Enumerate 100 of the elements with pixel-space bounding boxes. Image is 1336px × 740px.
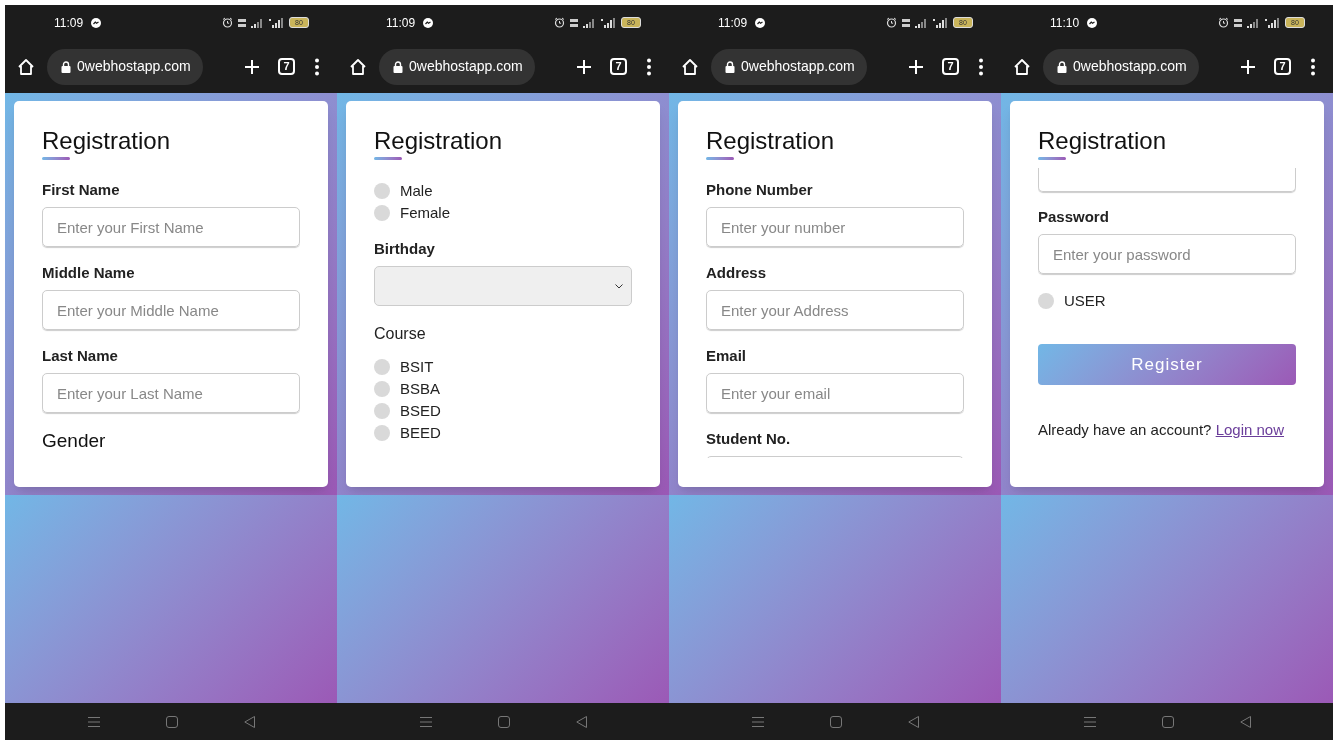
text-input[interactable]: Enter your number — [706, 207, 964, 247]
signal-icon — [583, 17, 595, 28]
form-title: Registration — [42, 126, 172, 156]
signal-4g-icon — [1265, 17, 1279, 28]
home-icon[interactable] — [349, 57, 367, 76]
field-label: Password — [1038, 207, 1110, 227]
alarm-icon — [886, 17, 897, 28]
group-label: Course — [374, 324, 427, 344]
signal-4g-icon — [601, 17, 615, 28]
messenger-icon — [423, 17, 434, 28]
text-input[interactable]: Enter your First Name — [42, 207, 300, 247]
signal-icon — [1247, 17, 1259, 28]
field-label: Middle Name — [42, 263, 136, 283]
text-input[interactable]: Enter your Last Name — [42, 373, 300, 413]
url-text: 0webhostapp.com — [741, 57, 855, 76]
back-icon[interactable] — [1239, 715, 1251, 728]
radio-button[interactable] — [374, 205, 390, 221]
section-heading: Gender — [42, 429, 107, 453]
alarm-icon — [222, 17, 233, 28]
more-icon[interactable] — [1311, 57, 1315, 76]
address-bar[interactable]: 0webhostapp.com — [711, 48, 867, 85]
home-icon[interactable] — [17, 57, 35, 76]
text-input[interactable]: Enter your email — [706, 373, 964, 413]
more-icon[interactable] — [979, 57, 983, 76]
field-label: Email — [706, 346, 748, 366]
home-square-icon[interactable] — [165, 715, 178, 728]
tab-count-button[interactable]: 7 — [610, 58, 627, 75]
form-title: Registration — [1038, 126, 1168, 156]
home-icon[interactable] — [1013, 57, 1031, 76]
tab-count-button[interactable]: 7 — [942, 58, 959, 75]
messenger-icon — [1087, 17, 1098, 28]
menu-icon[interactable] — [751, 715, 764, 728]
chevron-down-icon — [615, 283, 623, 289]
plus-icon[interactable] — [908, 58, 924, 75]
account-prompt: Already have an account? — [1038, 421, 1213, 438]
radio-button[interactable] — [1038, 293, 1054, 309]
messenger-icon — [91, 17, 102, 28]
radio-button[interactable] — [374, 403, 390, 419]
form-title: Registration — [374, 126, 504, 156]
lock-icon — [393, 60, 403, 73]
field-label: Student No. — [706, 429, 792, 449]
signal-4g-icon — [933, 17, 947, 28]
address-bar[interactable]: 0webhostapp.com — [1043, 48, 1199, 85]
tab-count-button[interactable]: 7 — [278, 58, 295, 75]
more-icon[interactable] — [647, 57, 651, 76]
url-text: 0webhostapp.com — [77, 57, 191, 76]
home-square-icon[interactable] — [829, 715, 842, 728]
menu-icon[interactable] — [1083, 715, 1096, 728]
back-icon[interactable] — [243, 715, 255, 728]
radio-button[interactable] — [374, 425, 390, 441]
alarm-icon — [554, 17, 565, 28]
title-underline — [1038, 157, 1066, 160]
text-input[interactable]: Enter your Middle Name — [42, 290, 300, 330]
status-time: 11:09 — [386, 14, 416, 32]
radio-label: BSED — [400, 400, 441, 421]
status-time: 11:10 — [1050, 14, 1080, 32]
field-label: Address — [706, 263, 768, 283]
login-link[interactable]: Login now — [1215, 421, 1284, 438]
form-title: Registration — [706, 126, 836, 156]
text-input[interactable]: Enter your password — [1038, 234, 1296, 274]
menu-icon[interactable] — [87, 715, 100, 728]
url-text: 0webhostapp.com — [409, 57, 523, 76]
more-icon[interactable] — [315, 57, 319, 76]
lock-icon — [1057, 60, 1067, 73]
text-input[interactable] — [1038, 168, 1296, 192]
plus-icon[interactable] — [1240, 58, 1256, 75]
home-square-icon[interactable] — [497, 715, 510, 728]
signal-icon — [915, 17, 927, 28]
messenger-icon — [755, 17, 766, 28]
radio-button[interactable] — [374, 359, 390, 375]
lock-icon — [61, 60, 71, 73]
field-label: Birthday — [374, 239, 436, 259]
home-square-icon[interactable] — [1161, 715, 1174, 728]
radio-label: USER — [1064, 290, 1106, 311]
radio-label: BEED — [400, 422, 441, 443]
lock-icon — [725, 60, 735, 73]
plus-icon[interactable] — [244, 58, 260, 75]
radio-button[interactable] — [374, 183, 390, 199]
radio-label: BSBA — [400, 378, 441, 399]
radio-label: BSIT — [400, 356, 434, 377]
radio-label: Male — [400, 180, 433, 201]
address-bar[interactable]: 0webhostapp.com — [379, 48, 535, 85]
field-label: First Name — [42, 180, 121, 200]
title-underline — [42, 157, 70, 160]
tab-count-button[interactable]: 7 — [1274, 58, 1291, 75]
alarm-icon — [1218, 17, 1229, 28]
menu-icon[interactable] — [419, 715, 432, 728]
plus-icon[interactable] — [576, 58, 592, 75]
back-icon[interactable] — [907, 715, 919, 728]
field-label: Last Name — [42, 346, 119, 366]
radio-button[interactable] — [374, 381, 390, 397]
title-underline — [374, 157, 402, 160]
status-time: 11:09 — [54, 14, 84, 32]
text-input[interactable]: Enter your Address — [706, 290, 964, 330]
url-text: 0webhostapp.com — [1073, 57, 1187, 76]
signal-4g-icon — [269, 17, 283, 28]
status-time: 11:09 — [718, 14, 748, 32]
home-icon[interactable] — [681, 57, 699, 76]
address-bar[interactable]: 0webhostapp.com — [47, 48, 203, 85]
back-icon[interactable] — [575, 715, 587, 728]
